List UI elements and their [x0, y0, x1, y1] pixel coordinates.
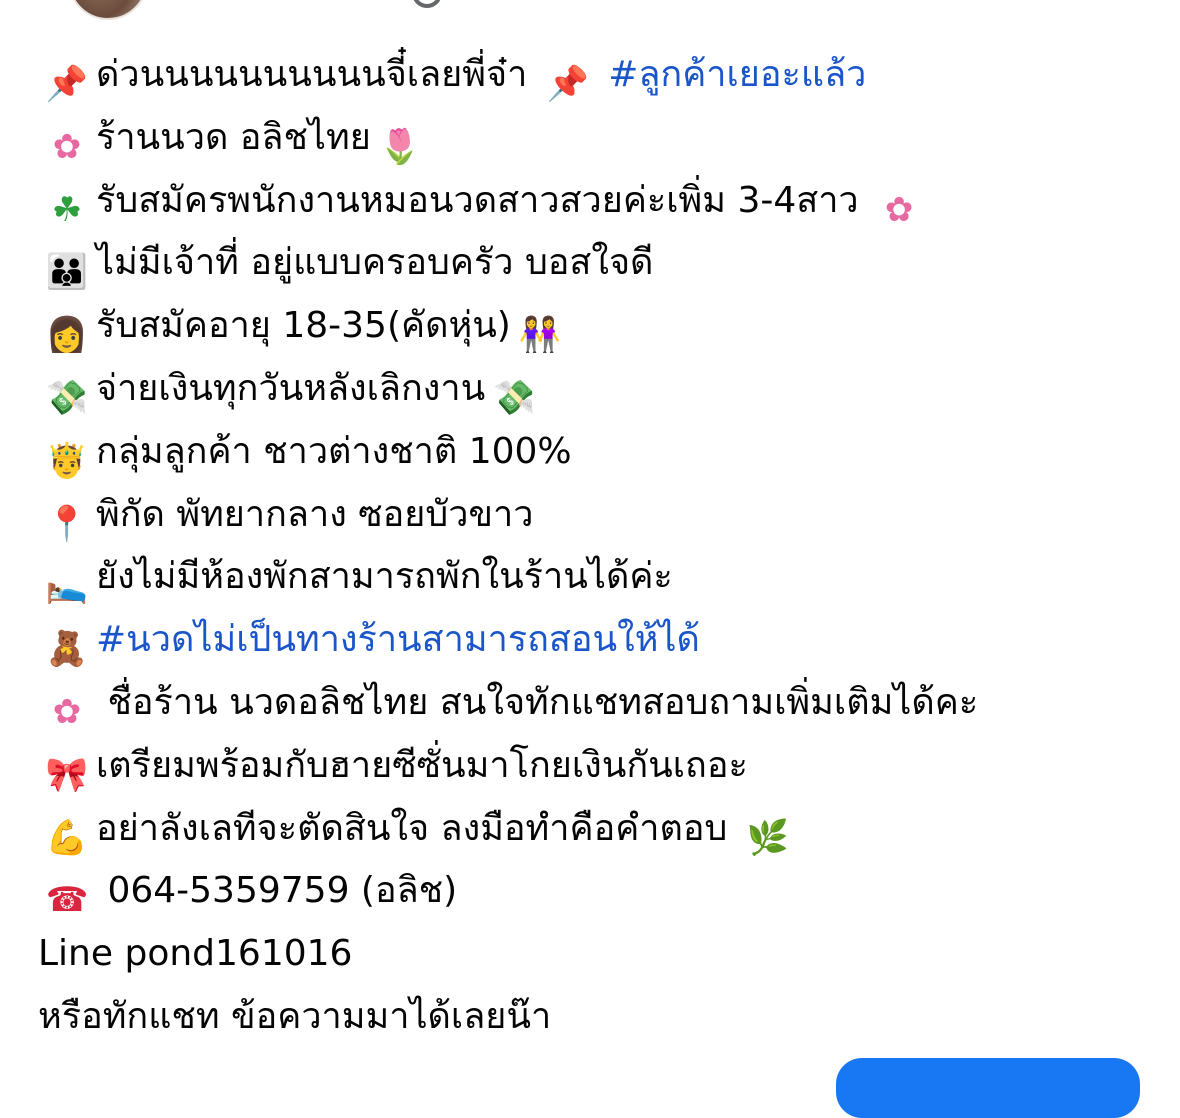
post-text: ด่วนนนนนนนนนนจี๋เลยพี่จ๋า [96, 54, 539, 95]
lotus-icon: ✿ [52, 126, 82, 167]
post-text: อย่าลังเลทีจะตัดสินใจ ลงมือทำคือคำตอบ [96, 807, 739, 849]
money-wings-icon: 💸 [45, 377, 89, 418]
post-text: เตรียมพร้อมกับฮายซีซั่นมาโกยเงินกันเถอะ [96, 744, 748, 786]
post-line: 💸 จ่ายเงินทุกวันหลังเลิกงาน 💸 [38, 358, 1168, 421]
post-line: หรือทักแชท ข้อความมาได้เลยน๊า [38, 986, 1168, 1049]
post-line: Line pond161016 [38, 923, 1168, 986]
globe-icon [412, 0, 442, 8]
post-line: ☘ รับสมัครพนักงานหมอนวดสาวสวยค่ะเพิ่ม 3-4… [38, 170, 1168, 233]
round-pushpin-icon: 📍 [45, 503, 89, 544]
post-line: 👩 รับสมัคอายุ 18-35(คัดหุ่น) 👭 [38, 295, 1168, 358]
flexed-biceps-icon: 💪 [45, 817, 89, 858]
post-text: Line pond161016 [38, 933, 353, 975]
pushpin-icon: 📌 [546, 64, 589, 104]
woman-icon: 👩 [45, 315, 89, 356]
author-avatar[interactable] [68, 0, 148, 20]
family-icon: 👪 [45, 252, 89, 293]
herb-icon: 🌿 [746, 817, 789, 858]
post-line: 👪 ไม่มีเจ้าที่ อยู่แบบครอบครัว บอสใจดี [38, 232, 1168, 295]
post-line: 🤴 กลุ่มลูกค้า ชาวต่างชาติ 100% [38, 421, 1168, 484]
post-line: 🛌 ยังไม่มีห้องพักสามารถพักในร้านได้ค่ะ [38, 546, 1168, 609]
lotus-icon: ✿ [52, 691, 82, 732]
post-line: ☎ 064-5359759 (อลิช) [38, 860, 1168, 923]
tulip-icon: 🌷 [378, 126, 422, 167]
post-text: พิกัด พัทยากลาง ซอยบัวขาว [96, 493, 534, 535]
post-line: 📌 ด่วนนนนนนนนนนจี๋เลยพี่จ๋า 📌 #ลูกค้าเยอะ… [38, 44, 1168, 107]
ribbon-icon: 🎀 [45, 754, 89, 795]
post-line: 📍 พิกัด พัทยากลาง ซอยบัวขาว [38, 484, 1168, 547]
post-line: ✿ ร้านนวด อลิชไทย 🌷 [38, 107, 1168, 170]
post-text: ยังไม่มีห้องพักสามารถพักในร้านได้ค่ะ [96, 556, 673, 598]
post-line: 🎀 เตรียมพร้อมกับฮายซีซั่นมาโกยเงินกันเถอะ [38, 735, 1168, 798]
prince-icon: 🤴 [45, 440, 89, 481]
post-line: 🧸 #นวดไม่เป็นทางร้านสามารถสอนให้ได้ [38, 609, 1168, 672]
post-line: 💪 อย่าลังเลทีจะตัดสินใจ ลงมือทำคือคำตอบ 🌿 [38, 798, 1168, 861]
post-text: 064-5359759 (อลิช) [96, 870, 458, 912]
post-body: 📌 ด่วนนนนนนนนนนจี๋เลยพี่จ๋า 📌 #ลูกค้าเยอะ… [38, 44, 1168, 1049]
post-text: ไม่มีเจ้าที่ อยู่แบบครอบครัว บอสใจดี [96, 242, 654, 284]
pushpin-icon: 📌 [45, 64, 89, 104]
hashtag-link[interactable]: #ลูกค้าเยอะแล้ว [608, 54, 866, 95]
teddy-bear-icon: 🧸 [45, 629, 89, 670]
post-line: ✿ ชื่อร้าน นวดอลิชไทย สนใจทักแชทสอบถามเพ… [38, 672, 1168, 735]
four-leaf-clover-icon: ☘ [51, 189, 83, 230]
two-women-icon: 👭 [518, 315, 562, 356]
post-text: ร้านนวด อลิชไทย [96, 116, 371, 158]
post-text: ชื่อร้าน นวดอลิชไทย สนใจทักแชทสอบถามเพิ่… [96, 681, 979, 723]
post-text: รับสมัครพนักงานหมอนวดสาวสวยค่ะเพิ่ม 3-4ส… [96, 179, 871, 221]
post-text: กลุ่มลูกค้า ชาวต่างชาติ 100% [96, 430, 572, 472]
money-wings-icon: 💸 [493, 377, 536, 418]
post-text: หรือทักแชท ข้อความมาได้เลยน๊า [38, 995, 552, 1037]
telephone-icon: ☎ [45, 880, 89, 921]
lotus-icon: ✿ [884, 189, 914, 230]
post-text: รับสมัคอายุ 18-35(คัดหุ่น) [96, 305, 511, 347]
action-button[interactable] [836, 1058, 1140, 1118]
post-text: จ่ายเงินทุกวันหลังเลิกงาน [96, 367, 486, 409]
bed-icon: 🛌 [45, 566, 89, 607]
hashtag-link[interactable]: #นวดไม่เป็นทางร้านสามารถสอนให้ได้ [96, 619, 700, 660]
